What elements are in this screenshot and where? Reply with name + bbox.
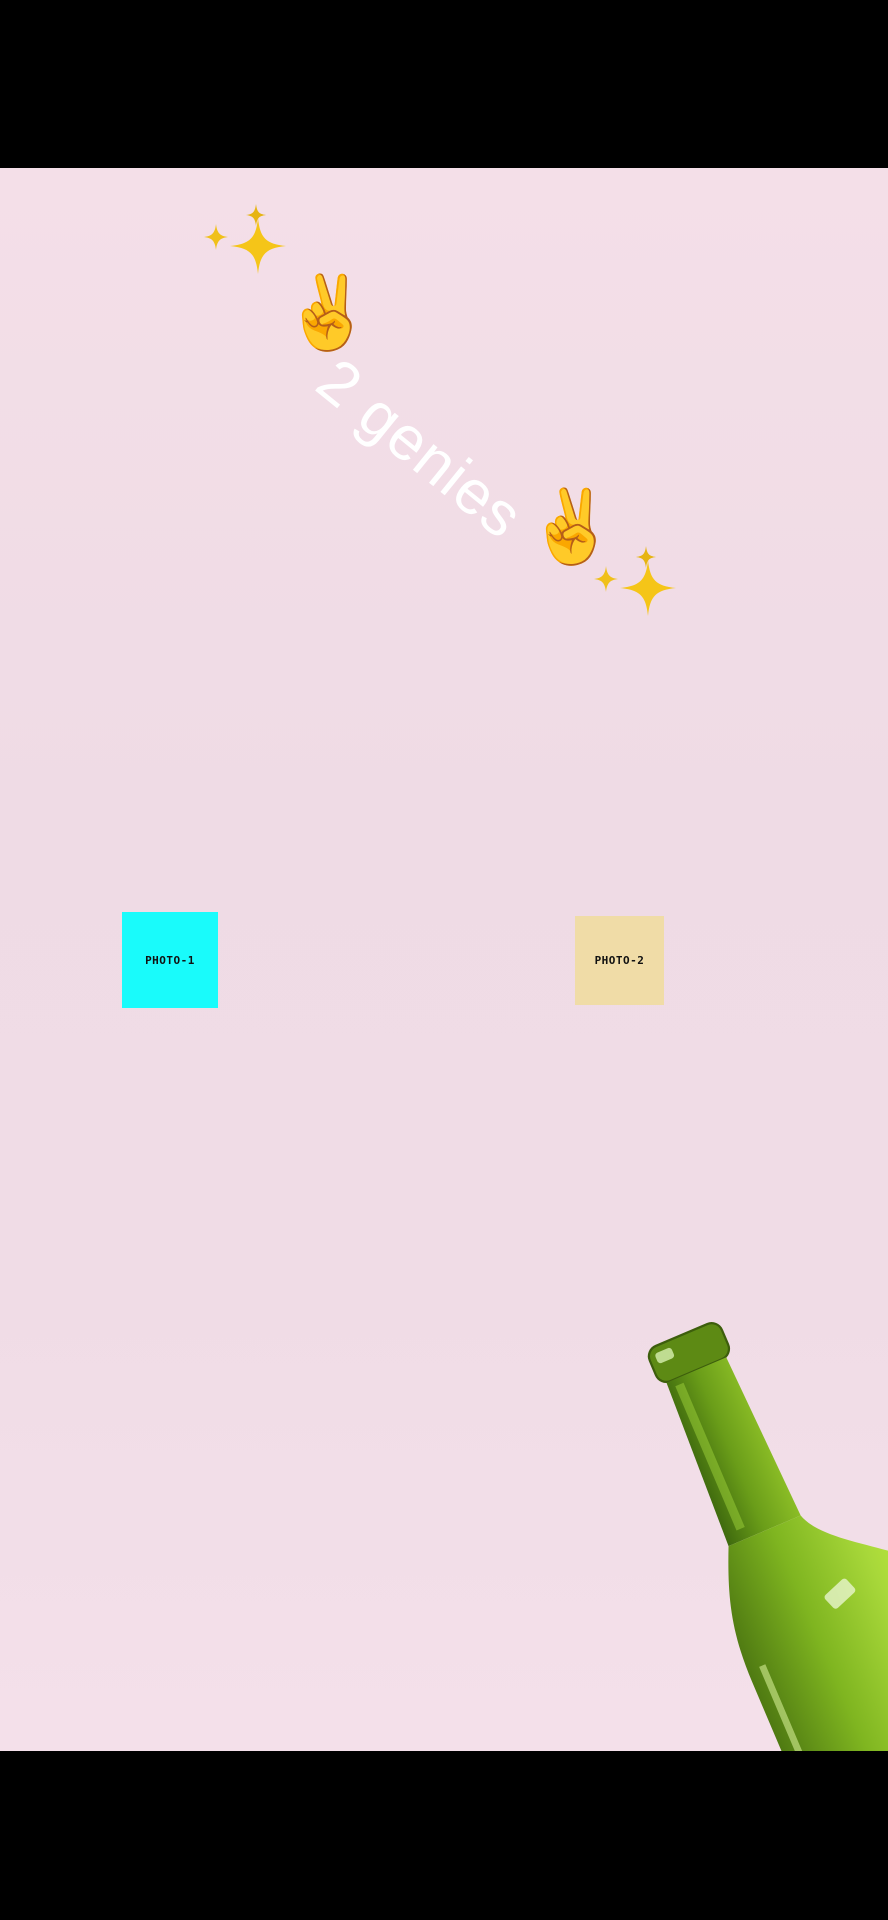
wine-bottle-icon: [647, 1322, 888, 1751]
victory-hand-icon: ✌️: [276, 264, 378, 360]
photo-slot-1[interactable]: PHOTO-1: [122, 912, 218, 1008]
photo-slot-2[interactable]: PHOTO-2: [575, 916, 664, 1005]
sparkles-icon: [594, 546, 676, 616]
letterbox-bottom: [0, 1751, 888, 1920]
story-canvas[interactable]: ✌️ 2 genies ✌️ PHOTO-1 PHOTO-2: [0, 168, 888, 1751]
story-caption[interactable]: 2 genies: [303, 345, 536, 553]
photo-slot-2-label: PHOTO-2: [594, 954, 645, 967]
photo-slot-1-label: PHOTO-1: [145, 953, 195, 967]
letterbox-top: [0, 0, 888, 168]
